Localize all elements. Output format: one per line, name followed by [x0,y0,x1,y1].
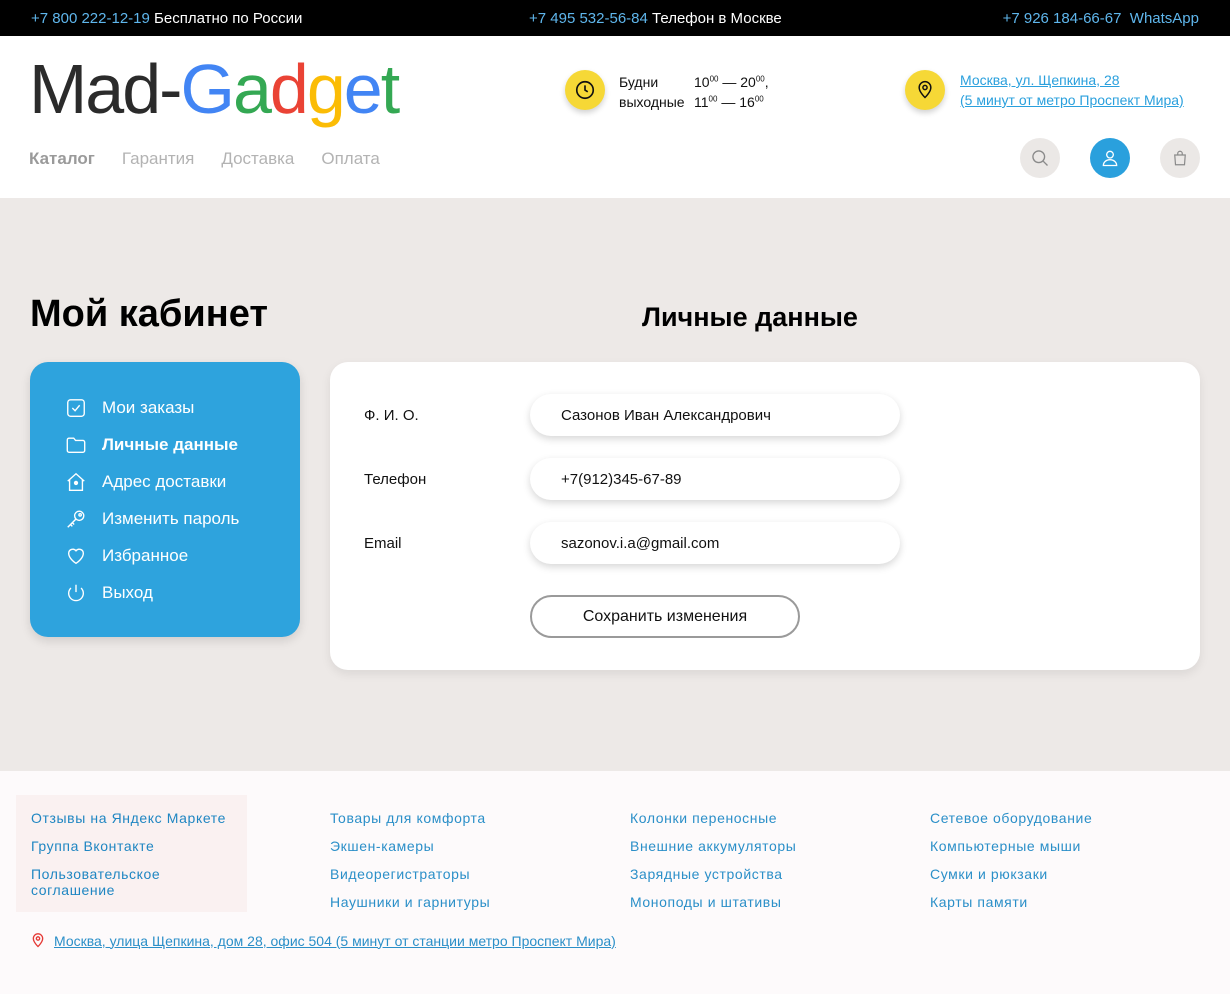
phone-whatsapp[interactable]: +7 926 184-66-67 WhatsApp [1003,10,1199,27]
logo-letter: g [306,50,346,128]
phone-whatsapp-number[interactable]: +7 926 184-66-67 [1003,10,1122,27]
sidebar-item-label: Выход [102,583,153,602]
footer-link-mice[interactable]: Компьютерные мыши [930,838,1081,854]
store-address: Москва, ул. Щепкина, 28 (5 минут от метр… [905,70,1205,112]
nav-delivery[interactable]: Доставка [221,149,294,169]
location-pin-icon [905,70,945,110]
main-content: Мой кабинет Личные данные Мои заказы Лич… [0,198,1230,771]
weekdays-label: Будни [619,74,659,90]
location-pin-icon [32,933,44,948]
sidebar-item-change-password[interactable]: Изменить пароль [64,506,239,532]
clock-icon [565,70,605,110]
footer-link-powerbanks[interactable]: Внешние аккумуляторы [630,838,796,854]
shopping-bag-icon [1174,150,1186,166]
whatsapp-label[interactable]: WhatsApp [1130,10,1199,27]
orders-icon [64,396,88,420]
weekend-label: выходные [619,94,685,110]
footer-link-yandex-reviews[interactable]: Отзывы на Яндекс Маркете [31,810,226,826]
sidebar-item-personal-data[interactable]: Личные данные [64,432,238,458]
footer-link-action-cameras[interactable]: Экшен-камеры [330,838,434,854]
footer-link-user-agreement[interactable]: Пользовательское соглашение [31,866,231,898]
sidebar-item-label: Личные данные [102,435,238,454]
sidebar-item-label: Мои заказы [102,398,195,417]
footer-address: Москва, улица Щепкина, дом 28, офис 504 … [30,931,616,950]
footer-link-memory-cards[interactable]: Карты памяти [930,894,1028,910]
logo-part1: Mad- [29,50,182,128]
logo-letter: e [343,50,383,128]
main-nav: Каталог Гарантия Доставка Оплата [29,149,380,169]
logo-letter: a [232,50,272,128]
top-bar: +7 800 222-12-19 Бесплатно по России +7 … [0,0,1230,36]
footer-address-link[interactable]: Москва, улица Щепкина, дом 28, офис 504 … [54,933,616,949]
name-label: Ф. И. О. [364,407,419,424]
power-icon [64,581,88,605]
sidebar-item-orders[interactable]: Мои заказы [64,395,194,421]
weekdays-time: 1000 — 2000, [694,74,769,90]
section-title: Личные данные [642,302,858,332]
user-icon [1102,150,1118,167]
sidebar-item-label: Избранное [102,546,189,565]
save-changes-button[interactable]: Сохранить изменения [530,595,800,638]
phone-russia[interactable]: +7 800 222-12-19 Бесплатно по России [31,10,302,27]
email-label: Email [364,535,402,552]
logo-letter: d [269,50,309,128]
logo-letter: t [380,50,401,128]
sidebar-item-label: Изменить пароль [102,509,240,528]
weekend-time: 1100 — 1600 [694,94,764,110]
footer-link-headphones[interactable]: Наушники и гарнитуры [330,894,490,910]
email-field[interactable] [530,522,900,564]
personal-data-card: Ф. И. О. Телефон Email Сохранить изменен… [330,362,1200,670]
heart-icon [64,544,88,568]
sidebar-item-favorites[interactable]: Избранное [64,543,188,569]
site-logo[interactable]: Mad-Gadget [29,49,401,129]
footer-link-bags[interactable]: Сумки и рюкзаки [930,866,1048,882]
search-icon [1032,150,1048,166]
footer-info-links: Отзывы на Яндекс Маркете Группа Вконтакт… [16,795,247,912]
footer-link-comfort[interactable]: Товары для комфорта [330,810,486,826]
site-footer: Отзывы на Яндекс Маркете Группа Вконтакт… [0,771,1230,994]
footer-link-dashcams[interactable]: Видеорегистраторы [330,866,470,882]
phone-moscow-label: Телефон в Москве [652,10,782,27]
address-link-line2[interactable]: (5 минут от метро Проспект Мира) [960,92,1184,108]
phone-russia-number[interactable]: +7 800 222-12-19 [31,10,150,27]
cart-button[interactable] [1160,138,1200,178]
key-icon [64,507,88,531]
sidebar-item-delivery-address[interactable]: Адрес доставки [64,469,226,495]
phone-moscow[interactable]: +7 495 532-56-84 Телефон в Москве [529,10,782,27]
nav-warranty[interactable]: Гарантия [122,149,195,169]
home-icon [64,470,88,494]
footer-link-network[interactable]: Сетевое оборудование [930,810,1092,826]
folder-icon [64,433,88,457]
footer-link-chargers[interactable]: Зарядные устройства [630,866,783,882]
footer-link-monopods[interactable]: Моноподы и штативы [630,894,782,910]
logo-letter: G [180,50,234,128]
working-hours: Будни выходные 1000 — 2000, 1100 — 1600 [565,70,795,112]
search-button[interactable] [1020,138,1060,178]
name-field[interactable] [530,394,900,436]
phone-field[interactable] [530,458,900,500]
sidebar-item-logout[interactable]: Выход [64,580,153,606]
phone-moscow-number[interactable]: +7 495 532-56-84 [529,10,648,27]
phone-label: Телефон [364,471,427,488]
sidebar-item-label: Адрес доставки [102,472,227,491]
nav-payment[interactable]: Оплата [321,149,379,169]
logo-colored-letters: Gadget [180,49,401,129]
nav-catalog[interactable]: Каталог [29,149,95,169]
account-button[interactable] [1090,138,1130,178]
footer-link-vk-group[interactable]: Группа Вконтакте [31,838,154,854]
phone-russia-label: Бесплатно по России [154,10,303,27]
account-sidebar: Мои заказы Личные данные Адрес доставки [30,362,300,637]
page-title: Мой кабинет [30,293,268,335]
footer-link-speakers[interactable]: Колонки переносные [630,810,777,826]
address-link-line1[interactable]: Москва, ул. Щепкина, 28 [960,72,1120,88]
